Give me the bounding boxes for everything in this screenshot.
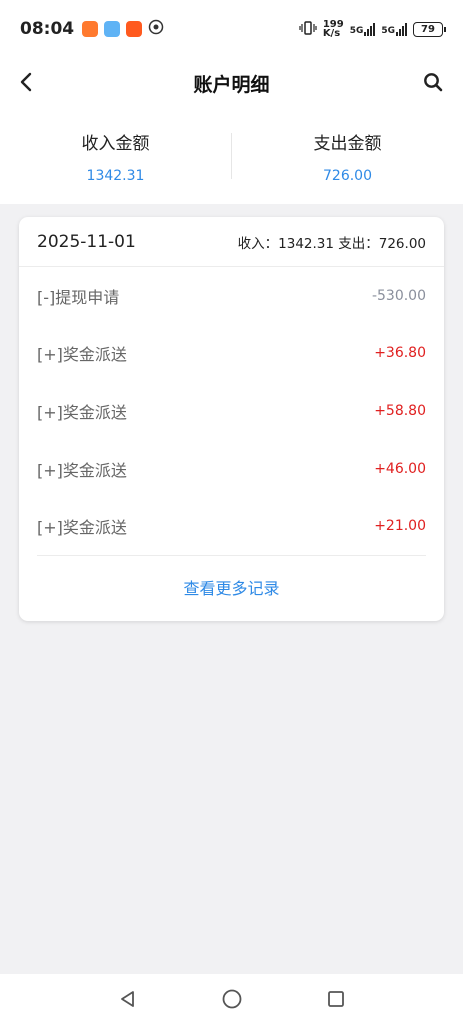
status-bar: 08:04 199 K/s 5G 5G 79 [0,0,463,58]
transaction-list: [-]提现申请 -530.00 [+]奖金派送 +36.80 [+]奖金派送 +… [19,267,444,555]
search-button[interactable] [421,70,445,94]
list-item[interactable]: [+]奖金派送 +36.80 [37,325,426,383]
square-recents-icon [327,991,344,1007]
signal-1-label: 5G [349,26,364,36]
expense-value: 726.00 [323,167,372,184]
back-button[interactable] [14,70,38,94]
signal-bars-icon [364,22,376,36]
nav-back-button[interactable] [116,987,140,1011]
signal-bars-icon [396,22,407,36]
circle-home-icon [222,989,241,1009]
card-date: 2025-11-01 [37,231,136,252]
vibrate-icon [299,20,317,39]
triangle-back-icon [120,991,134,1007]
net-speed-unit: K/s [322,28,341,39]
transaction-amount: -530.00 [371,287,426,304]
app-notification-icon [82,21,99,37]
list-item[interactable]: [+]奖金派送 +46.00 [37,440,426,498]
signal-1: 5G [350,22,376,36]
card-totals: 收入：1342.31 支出：726.00 [237,235,426,252]
summary-panel: 收入金额 1342.31 支出金额 726.00 [0,108,463,204]
taobao-app-icon [126,21,143,37]
nav-bar: 账户明细 [0,58,463,108]
nav-home-button[interactable] [220,987,244,1011]
expense-summary: 支出金额 726.00 [232,108,463,204]
signal-2: 5G [381,22,407,36]
list-item[interactable]: [+]奖金派送 +21.00 [37,497,426,555]
transaction-amount: +46.00 [374,460,426,477]
status-left: 08:04 [20,19,164,39]
battery-icon: 79 [413,21,446,37]
list-item[interactable]: [+]奖金派送 +58.80 [37,382,426,440]
app-badge-icon [148,19,164,39]
transaction-amount: +21.00 [374,518,426,535]
signal-2-label: 5G [381,26,395,36]
status-time: 08:04 [20,19,75,39]
search-icon [424,73,443,92]
system-nav-bar [0,974,463,1024]
daily-detail-card: 2025-11-01 收入：1342.31 支出：726.00 [-]提现申请 … [19,217,444,621]
list-item[interactable]: [-]提现申请 -530.00 [37,267,426,325]
card-header: 2025-11-01 收入：1342.31 支出：726.00 [19,217,444,267]
battery-level: 79 [421,23,435,35]
transaction-label: [+]奖金派送 [37,518,127,538]
transaction-label: [+]奖金派送 [37,402,127,422]
transaction-amount: +36.80 [374,345,426,362]
nav-recents-button[interactable] [324,987,348,1011]
net-speed: 199 K/s [322,20,344,39]
view-more-link[interactable]: 查看更多记录 [183,575,279,599]
expense-label: 支出金额 [313,133,382,154]
weather-app-icon [104,21,121,37]
transaction-label: [-]提现申请 [37,287,120,307]
income-value: 1342.31 [86,167,145,184]
status-right: 199 K/s 5G 5G 79 [299,20,446,39]
transaction-label: [+]奖金派送 [37,460,127,480]
income-label: 收入金额 [81,133,150,154]
more-records-area: 查看更多记录 [37,554,426,618]
transaction-label: [+]奖金派送 [37,345,127,365]
income-summary: 收入金额 1342.31 [0,108,231,204]
chevron-left-icon [20,72,32,92]
page-title: 账户明细 [193,73,270,96]
transaction-amount: +58.80 [374,402,426,419]
